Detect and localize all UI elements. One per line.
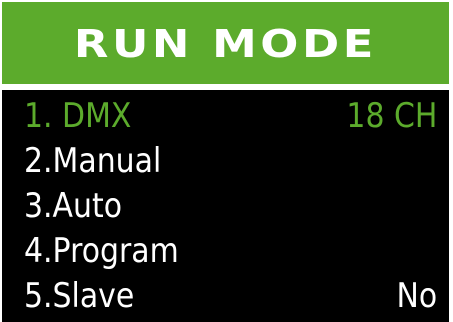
menu-item-program[interactable]: 4.Program (2, 229, 449, 273)
title-bar: RUN MODE (2, 2, 449, 84)
menu-item-auto[interactable]: 3.Auto (2, 184, 449, 228)
menu-item-label: 5.Slave (24, 276, 135, 316)
menu-item-label: 2.Manual (24, 141, 162, 181)
slave-value: No (396, 276, 437, 316)
menu-item-manual[interactable]: 2.Manual (2, 139, 449, 183)
page-title: RUN MODE (73, 22, 378, 66)
menu-item-label: 3.Auto (24, 186, 123, 226)
menu-item-slave[interactable]: 5.Slave No (2, 274, 449, 318)
menu-item-label: 1. DMX (24, 96, 132, 136)
run-mode-menu: 1. DMX 18 CH 2.Manual 3.Auto 4.Program 5… (2, 90, 449, 322)
menu-item-label: 4.Program (24, 231, 179, 271)
menu-item-dmx[interactable]: 1. DMX 18 CH (2, 94, 449, 138)
dmx-channel-value: 18 CH (346, 96, 437, 136)
device-display: RUN MODE 1. DMX 18 CH 2.Manual 3.Auto 4.… (0, 0, 453, 322)
